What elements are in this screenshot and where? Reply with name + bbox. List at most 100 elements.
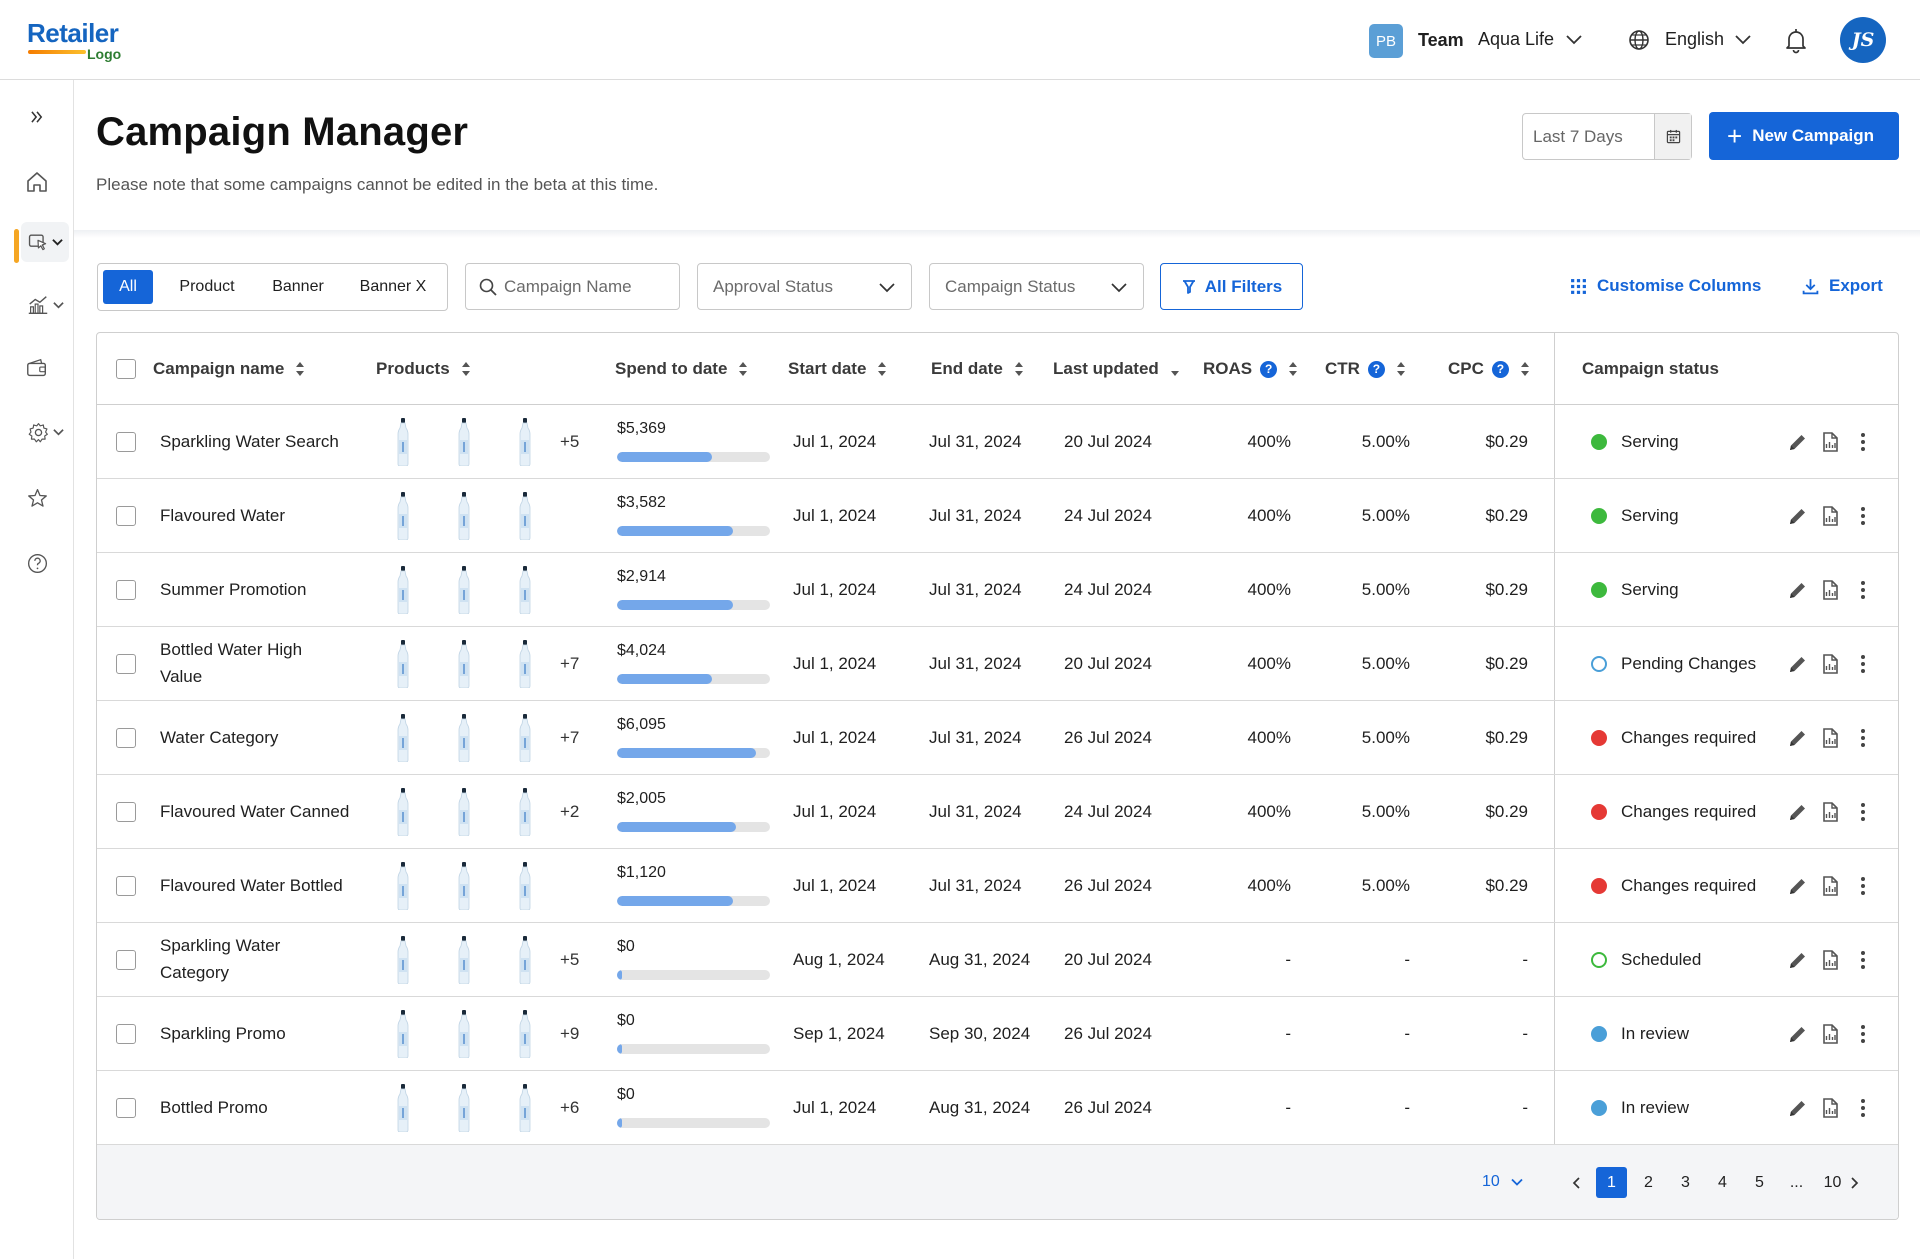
rows-per-page-select[interactable]: 10 <box>1482 1173 1524 1191</box>
more-options-icon[interactable] <box>1852 875 1874 897</box>
retailer-logo[interactable]: Retailer Logo <box>27 18 137 62</box>
more-options-icon[interactable] <box>1852 431 1874 453</box>
edit-pencil-icon[interactable] <box>1787 505 1809 527</box>
edit-pencil-icon[interactable] <box>1787 431 1809 453</box>
campaign-name[interactable]: Flavoured Water Bottled <box>160 872 380 899</box>
row-checkbox[interactable] <box>116 1098 136 1118</box>
col-start-date[interactable]: Start date <box>788 359 887 379</box>
more-products-count[interactable]: +5 <box>560 432 579 452</box>
table-row[interactable]: Bottled Water High Value +7 $4,024 Jul 1… <box>97 627 1898 701</box>
col-spend[interactable]: Spend to date <box>615 359 748 379</box>
type-option-all[interactable]: All <box>103 270 153 304</box>
row-checkbox[interactable] <box>116 432 136 452</box>
page-button[interactable]: 2 <box>1633 1167 1664 1198</box>
sidebar-item-home[interactable] <box>15 162 59 202</box>
page-button[interactable]: 3 <box>1670 1167 1701 1198</box>
report-document-icon[interactable] <box>1819 579 1841 601</box>
table-row[interactable]: Sparkling Water Category +5 $0 Aug 1, 20… <box>97 923 1898 997</box>
table-row[interactable]: Flavoured Water $3,582 Jul 1, 2024 Jul 3… <box>97 479 1898 553</box>
table-row[interactable]: Sparkling Water Search +5 $5,369 Jul 1, … <box>97 405 1898 479</box>
customise-columns-button[interactable]: Customise Columns <box>1570 276 1761 296</box>
page-button[interactable]: 1 <box>1596 1167 1627 1198</box>
page-button[interactable]: 5 <box>1744 1167 1775 1198</box>
type-option-banner[interactable]: Banner <box>258 270 338 304</box>
campaign-name[interactable]: Summer Promotion <box>160 576 380 603</box>
approval-status-dropdown[interactable]: Approval Status <box>697 263 912 310</box>
sidebar-item-help[interactable] <box>15 543 59 583</box>
info-icon[interactable]: ? <box>1260 360 1278 378</box>
more-options-icon[interactable] <box>1852 1097 1874 1119</box>
chevron-down-icon[interactable] <box>1733 30 1753 50</box>
campaign-name[interactable]: Flavoured Water <box>160 502 380 529</box>
campaign-name[interactable]: Bottled Promo <box>160 1094 380 1121</box>
date-range-picker[interactable]: Last 7 Days <box>1522 113 1692 160</box>
campaign-name[interactable]: Sparkling Water Search <box>160 428 380 455</box>
calendar-button[interactable] <box>1654 114 1691 159</box>
expand-sidebar-button[interactable] <box>15 97 59 137</box>
table-row[interactable]: Flavoured Water Bottled $1,120 Jul 1, 20… <box>97 849 1898 923</box>
report-document-icon[interactable] <box>1819 1023 1841 1045</box>
all-filters-button[interactable]: All Filters <box>1160 263 1303 310</box>
search-input[interactable] <box>504 274 674 300</box>
more-products-count[interactable]: +9 <box>560 1024 579 1044</box>
export-button[interactable]: Export <box>1802 276 1883 296</box>
report-document-icon[interactable] <box>1819 801 1841 823</box>
report-document-icon[interactable] <box>1819 505 1841 527</box>
table-row[interactable]: Sparkling Promo +9 $0 Sep 1, 2024 Sep 30… <box>97 997 1898 1071</box>
sidebar-item-favourites[interactable] <box>15 478 59 518</box>
more-products-count[interactable]: +7 <box>560 728 579 748</box>
sidebar-item-settings[interactable] <box>21 412 69 452</box>
new-campaign-button[interactable]: + New Campaign <box>1709 112 1899 160</box>
notification-bell-icon[interactable] <box>1782 26 1810 54</box>
more-products-count[interactable]: +5 <box>560 950 579 970</box>
edit-pencil-icon[interactable] <box>1787 801 1809 823</box>
edit-pencil-icon[interactable] <box>1787 875 1809 897</box>
more-options-icon[interactable] <box>1852 653 1874 675</box>
info-icon[interactable]: ? <box>1491 360 1509 378</box>
report-document-icon[interactable] <box>1819 653 1841 675</box>
campaign-name[interactable]: Sparkling Water Category <box>160 932 310 986</box>
more-products-count[interactable]: +6 <box>560 1098 579 1118</box>
col-roas[interactable]: ROAS? <box>1203 359 1298 379</box>
select-all-checkbox[interactable] <box>116 359 136 379</box>
report-document-icon[interactable] <box>1819 875 1841 897</box>
more-options-icon[interactable] <box>1852 801 1874 823</box>
language-selector[interactable]: English <box>1665 29 1724 50</box>
more-options-icon[interactable] <box>1852 579 1874 601</box>
report-document-icon[interactable] <box>1819 1097 1841 1119</box>
col-products[interactable]: Products <box>376 359 470 379</box>
report-document-icon[interactable] <box>1819 949 1841 971</box>
campaign-status-dropdown[interactable]: Campaign Status <box>929 263 1144 310</box>
edit-pencil-icon[interactable] <box>1787 1097 1809 1119</box>
info-icon[interactable]: ? <box>1367 360 1385 378</box>
table-row[interactable]: Flavoured Water Canned +2 $2,005 Jul 1, … <box>97 775 1898 849</box>
more-options-icon[interactable] <box>1852 505 1874 527</box>
more-options-icon[interactable] <box>1852 949 1874 971</box>
col-end-date[interactable]: End date <box>931 359 1023 379</box>
more-options-icon[interactable] <box>1852 727 1874 749</box>
sidebar-item-wallet[interactable] <box>15 348 59 388</box>
page-button[interactable]: 4 <box>1707 1167 1738 1198</box>
team-selector[interactable]: Aqua Life <box>1478 29 1554 50</box>
col-last-updated[interactable]: Last updated <box>1053 359 1179 379</box>
row-checkbox[interactable] <box>116 876 136 896</box>
campaign-name[interactable]: Sparkling Promo <box>160 1020 380 1047</box>
row-checkbox[interactable] <box>116 950 136 970</box>
edit-pencil-icon[interactable] <box>1787 727 1809 749</box>
col-ctr[interactable]: CTR? <box>1325 359 1405 379</box>
edit-pencil-icon[interactable] <box>1787 1023 1809 1045</box>
edit-pencil-icon[interactable] <box>1787 653 1809 675</box>
col-campaign-name[interactable]: Campaign name <box>153 359 305 379</box>
report-document-icon[interactable] <box>1819 431 1841 453</box>
campaign-name[interactable]: Bottled Water High Value <box>160 636 310 690</box>
table-row[interactable]: Summer Promotion $2,914 Jul 1, 2024 Jul … <box>97 553 1898 627</box>
prev-page-button[interactable] <box>1561 1167 1592 1198</box>
row-checkbox[interactable] <box>116 728 136 748</box>
more-options-icon[interactable] <box>1852 1023 1874 1045</box>
col-cpc[interactable]: CPC? <box>1448 359 1529 379</box>
table-row[interactable]: Water Category +7 $6,095 Jul 1, 2024 Jul… <box>97 701 1898 775</box>
next-page-button[interactable] <box>1838 1167 1869 1198</box>
campaign-name[interactable]: Water Category <box>160 724 380 751</box>
chevron-down-icon[interactable] <box>1564 30 1584 50</box>
sidebar-item-campaigns[interactable] <box>21 222 69 262</box>
